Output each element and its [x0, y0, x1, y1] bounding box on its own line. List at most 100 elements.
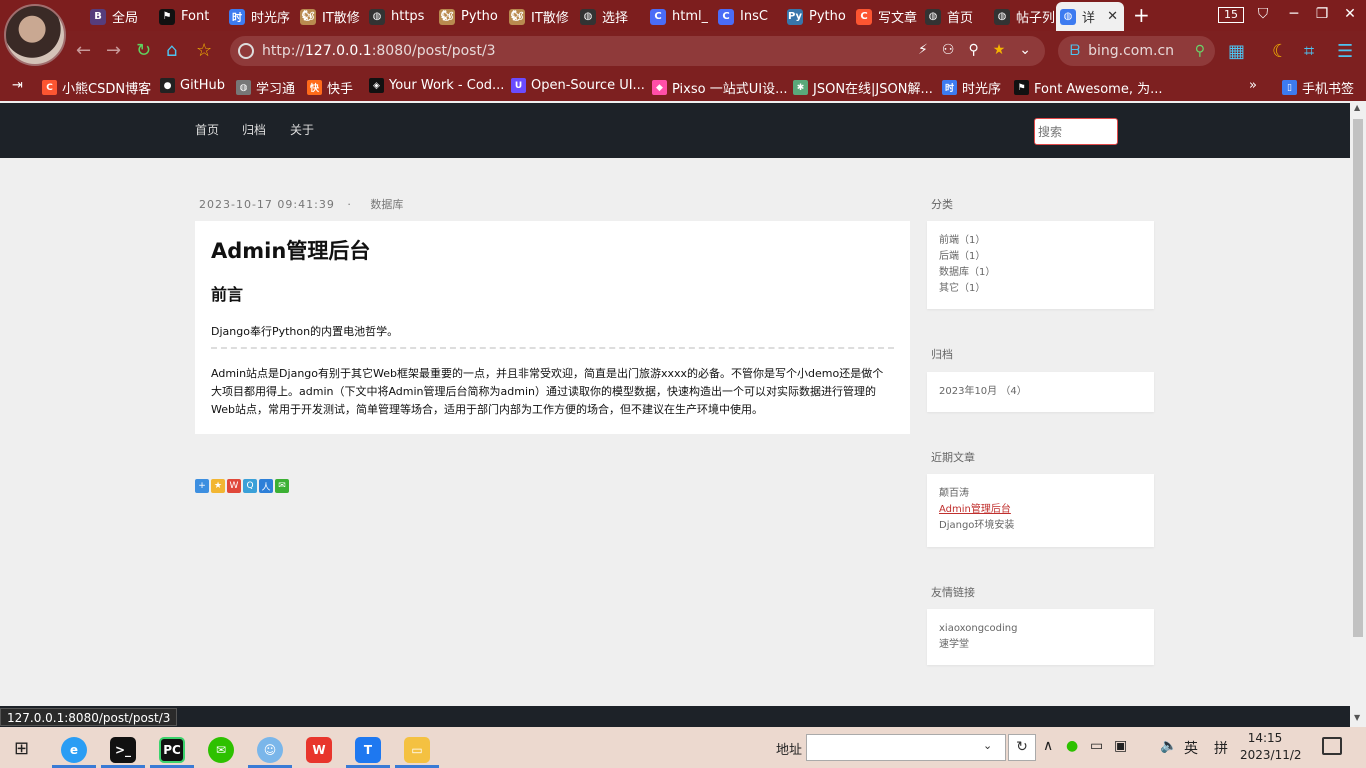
site-search-input[interactable]: [1034, 118, 1118, 145]
chevron-down-icon[interactable]: ⌄: [983, 739, 992, 752]
browser-tab[interactable]: Py Pytho: [783, 2, 853, 31]
recent-item-active[interactable]: Admin管理后台: [939, 502, 1142, 518]
browser-tab[interactable]: Chtml_: [646, 2, 716, 31]
system-clock[interactable]: 14:15 2023/11/2: [1240, 730, 1302, 764]
ime-lang[interactable]: 英: [1184, 738, 1198, 758]
page-scrollbar[interactable]: ▲ ▼: [1350, 101, 1366, 727]
restore-button[interactable]: ❐: [1312, 5, 1332, 23]
bookmark-item[interactable]: ⚑ Font Awesome, 为...: [1014, 78, 1162, 97]
scroll-thumb[interactable]: [1353, 119, 1363, 637]
scroll-up-icon[interactable]: ▲: [1354, 103, 1360, 112]
friend-link[interactable]: 速学堂: [939, 637, 1142, 653]
bookmark-star-icon[interactable]: ★: [993, 42, 1006, 58]
browser-tab[interactable]: 🐿 IT散修: [296, 2, 366, 31]
share-more-icon[interactable]: +: [195, 479, 209, 493]
bookmark-item[interactable]: 时时光序: [942, 78, 1001, 97]
more-bookmarks-icon[interactable]: »: [1249, 78, 1257, 93]
tray-wechat-icon[interactable]: ●: [1066, 738, 1078, 754]
share-icon[interactable]: ⚇: [942, 42, 955, 58]
browser-tab[interactable]: ◍ 首页: [921, 2, 991, 31]
bookmark-item[interactable]: ◍ 学习通: [236, 78, 295, 97]
taskbar-tencent-docs[interactable]: T: [344, 731, 392, 768]
browser-tab[interactable]: ◍ 详 ✕: [1056, 2, 1124, 31]
browser-tab[interactable]: C InsC: [714, 2, 784, 31]
user-avatar[interactable]: [4, 4, 66, 66]
share-weibo-icon[interactable]: W: [227, 479, 241, 493]
taskbar-contacts[interactable]: ☺: [246, 731, 294, 768]
recent-item[interactable]: Django环境安装: [939, 518, 1142, 534]
lightning-icon[interactable]: ⚡: [918, 42, 928, 58]
taskbar-terminal[interactable]: >_: [99, 731, 147, 768]
browser-tab[interactable]: C 写文章: [852, 2, 922, 31]
search-engine-box[interactable]: ᗷ bing.com.cn ⚲: [1058, 36, 1215, 66]
tab-count-badge[interactable]: 15: [1218, 7, 1244, 23]
scroll-down-icon[interactable]: ▼: [1354, 713, 1360, 722]
refresh-button[interactable]: ↻: [136, 40, 151, 62]
sidebar-toggle-icon[interactable]: ⇥: [12, 78, 23, 93]
address-toolbar-input[interactable]: [806, 734, 1006, 761]
start-button[interactable]: ⊞: [14, 738, 29, 759]
post-category[interactable]: 数据库: [370, 198, 403, 211]
taskbar-wps[interactable]: W: [295, 731, 343, 768]
address-bar[interactable]: http://127.0.0.1:8080/post/post/3 ⚡ ⚇ ⚲ …: [230, 36, 1045, 66]
nav-home[interactable]: 首页: [195, 121, 219, 138]
chevron-down-icon[interactable]: ⌄: [1019, 42, 1031, 58]
skin-icon[interactable]: ⛉: [1253, 5, 1273, 23]
site-info-icon[interactable]: [238, 43, 254, 59]
nav-about[interactable]: 关于: [290, 121, 314, 138]
home-button[interactable]: ⌂: [166, 40, 177, 62]
network-icon[interactable]: ▣: [1114, 738, 1127, 754]
category-item[interactable]: 前端（1）: [939, 233, 1142, 249]
archive-item[interactable]: 2023年10月 （4）: [939, 384, 1142, 400]
bookmark-item[interactable]: C 小熊CSDN博客: [42, 78, 151, 97]
bookmark-item[interactable]: ◆ Pixso 一站式UI设...: [652, 78, 787, 97]
browser-tab[interactable]: ◍ 选择: [576, 2, 646, 31]
ime-mode[interactable]: 拼: [1214, 738, 1228, 758]
new-tab-button[interactable]: +: [1133, 4, 1150, 26]
menu-icon[interactable]: ☰: [1337, 41, 1353, 62]
category-item[interactable]: 数据库（1）: [939, 265, 1142, 281]
browser-tab[interactable]: B 全局: [86, 2, 154, 31]
night-mode-icon[interactable]: ☾: [1272, 41, 1288, 62]
mobile-bookmarks[interactable]: ▯ 手机书签: [1282, 78, 1354, 97]
taskbar-wechat[interactable]: ✉: [197, 731, 245, 768]
search-icon[interactable]: ⚲: [1195, 43, 1205, 59]
bookmark-item[interactable]: U Open-Source UI...: [511, 78, 645, 93]
favorite-button[interactable]: ☆: [196, 40, 212, 62]
share-wechat-icon[interactable]: ✉: [275, 479, 289, 493]
zoom-icon[interactable]: ⚲: [968, 42, 978, 58]
bookmark-item[interactable]: ✱ JSON在线|JSON解...: [793, 78, 933, 97]
address-go-button[interactable]: ↻: [1008, 734, 1036, 761]
browser-tab[interactable]: 时时光序: [225, 2, 295, 31]
browser-tab[interactable]: ⚑ Font: [155, 2, 225, 31]
share-qzone-icon[interactable]: ★: [211, 479, 225, 493]
apps-grid-icon[interactable]: ▦: [1228, 41, 1245, 62]
notification-icon[interactable]: [1322, 737, 1342, 755]
close-tab-icon[interactable]: ✕: [1107, 9, 1118, 24]
category-item[interactable]: 其它（1）: [939, 281, 1142, 297]
crop-icon[interactable]: ⌗: [1304, 41, 1314, 62]
taskbar-browser[interactable]: e: [50, 731, 98, 768]
bookmark-item[interactable]: ◈ Your Work - Cod...: [369, 78, 504, 93]
browser-tab[interactable]: 🐿 IT散修: [505, 2, 575, 31]
back-button[interactable]: ←: [76, 40, 91, 62]
volume-icon[interactable]: 🔈: [1160, 738, 1177, 754]
browser-tab[interactable]: 🐿 Pytho: [435, 2, 505, 31]
nav-archive[interactable]: 归档: [242, 121, 266, 138]
friend-link[interactable]: xiaoxongcoding: [939, 621, 1142, 637]
tray-expand-icon[interactable]: ∧: [1043, 738, 1053, 754]
battery-icon[interactable]: ▭: [1090, 738, 1103, 754]
recent-item[interactable]: 颠百涛: [939, 486, 1142, 502]
minimize-button[interactable]: ─: [1284, 5, 1304, 23]
share-tencent-icon[interactable]: Q: [243, 479, 257, 493]
browser-tab[interactable]: ◍ 帖子列: [990, 2, 1054, 31]
taskbar-pycharm[interactable]: PC: [148, 731, 196, 768]
close-window-button[interactable]: ✕: [1340, 5, 1360, 23]
bookmark-item[interactable]: 快快手: [307, 78, 353, 97]
forward-button[interactable]: →: [106, 40, 121, 62]
taskbar-explorer[interactable]: ▭: [393, 731, 441, 768]
category-item[interactable]: 后端（1）: [939, 249, 1142, 265]
share-renren-icon[interactable]: 人: [259, 479, 273, 493]
browser-tab[interactable]: ◍ https: [365, 2, 435, 31]
bookmark-item[interactable]: ● GitHub: [160, 78, 225, 93]
